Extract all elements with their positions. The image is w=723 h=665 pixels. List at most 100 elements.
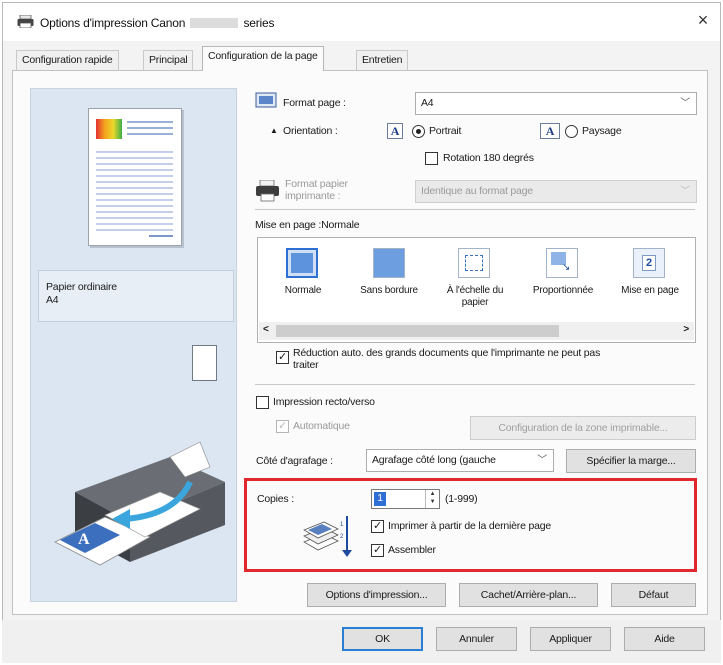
copies-spinner[interactable]: ▲ ▼ bbox=[425, 490, 439, 508]
spin-up-icon[interactable]: ▲ bbox=[426, 490, 439, 498]
specify-margin-button[interactable]: Spécifier la marge... bbox=[566, 449, 696, 473]
portrait-orientation-icon: A bbox=[387, 123, 403, 139]
layout-fit-to-page-label[interactable]: À l'échelle du papier bbox=[436, 285, 514, 309]
rotate-180-label: Rotation 180 degrés bbox=[443, 152, 534, 164]
stapling-side-value: Agrafage côté long (gauche bbox=[372, 454, 496, 466]
scroll-left-icon[interactable]: < bbox=[263, 324, 269, 335]
close-icon[interactable]: × bbox=[698, 11, 709, 29]
printer-paper-select[interactable]: Identique au format page ﹀ bbox=[415, 180, 697, 203]
auto-reduce-checkbox[interactable]: ✓ bbox=[276, 351, 289, 364]
layout-fit-to-page-label-line2: papier bbox=[461, 297, 489, 308]
print-options-button[interactable]: Options d'impression... bbox=[307, 583, 446, 607]
layout-normal-label[interactable]: Normale bbox=[263, 285, 343, 297]
preview-text-line bbox=[127, 121, 173, 123]
print-from-last-page-label: Imprimer à partir de la dernière page bbox=[388, 520, 552, 532]
duplex-label: Impression recto/verso bbox=[273, 396, 375, 408]
preview-color-image bbox=[96, 119, 122, 139]
preview-text-line bbox=[149, 235, 173, 237]
layout-fit-to-page-icon[interactable] bbox=[458, 248, 490, 278]
window-title: Options d'impression Canon series bbox=[40, 16, 274, 30]
printer-model-redaction bbox=[190, 18, 239, 28]
landscape-radio[interactable] bbox=[565, 125, 578, 138]
layout-list: Normale Sans bordure À l'échelle du papi… bbox=[257, 237, 696, 343]
layout-multipage-number: 2 bbox=[642, 255, 656, 271]
chevron-down-icon: ﹀ bbox=[537, 455, 547, 466]
svg-text:2: 2 bbox=[340, 534, 344, 540]
copies-stack-icon: 1 2 bbox=[303, 516, 352, 557]
printer-illustration-icon: A bbox=[54, 441, 225, 566]
ok-button[interactable]: OK bbox=[342, 627, 423, 651]
spin-down-icon[interactable]: ▼ bbox=[426, 498, 439, 506]
automatic-duplex-checkbox[interactable]: ✓ bbox=[276, 420, 289, 433]
divider bbox=[255, 384, 695, 385]
scroll-right-icon[interactable]: > bbox=[683, 324, 689, 335]
layout-multipage-label[interactable]: Mise en page bbox=[608, 285, 692, 297]
media-type: Papier ordinaire bbox=[46, 281, 117, 293]
printer-icon bbox=[17, 15, 34, 28]
printer-paper-icon bbox=[256, 180, 279, 202]
layout-borderless-icon[interactable] bbox=[373, 248, 405, 278]
window-title-text: Options d'impression Canon bbox=[40, 16, 186, 30]
tab-principal[interactable]: Principal bbox=[143, 50, 194, 70]
copies-range: (1-999) bbox=[445, 493, 478, 505]
svg-text:1: 1 bbox=[340, 522, 344, 528]
preview-text-block bbox=[96, 147, 173, 231]
format-page-value: A4 bbox=[421, 97, 434, 109]
layout-scrollbar[interactable]: < > bbox=[259, 322, 694, 340]
layout-multipage-icon[interactable]: 2 bbox=[633, 248, 665, 278]
help-button[interactable]: Aide bbox=[624, 627, 705, 651]
paper-info: Papier ordinaire A4 bbox=[38, 270, 234, 322]
defaults-button[interactable]: Défaut bbox=[611, 583, 696, 607]
collate-checkbox[interactable]: ✓ bbox=[371, 544, 384, 557]
auto-reduce-label: Réduction auto. des grands documents que… bbox=[293, 347, 600, 371]
stapling-side-select[interactable]: Agrafage côté long (gauche ﹀ bbox=[366, 449, 554, 472]
scrollbar-thumb[interactable] bbox=[276, 325, 559, 337]
window-title-suffix: series bbox=[243, 16, 275, 30]
format-page-label: Format page : bbox=[283, 97, 346, 109]
rotate-180-checkbox[interactable] bbox=[425, 152, 438, 165]
automatic-duplex-label: Automatique bbox=[293, 420, 350, 432]
layout-fit-to-page-label-line1: À l'échelle du bbox=[446, 285, 504, 296]
printer-paper-label: Format papier imprimante : bbox=[285, 178, 348, 202]
copies-input[interactable]: 1 ▲ ▼ bbox=[371, 489, 440, 509]
auto-reduce-label-line2: traiter bbox=[293, 359, 319, 371]
layout-scaled-icon[interactable]: ↘ bbox=[546, 248, 578, 278]
landscape-orientation-icon: A bbox=[540, 123, 560, 139]
collate-label: Assembler bbox=[388, 544, 436, 556]
divider bbox=[255, 209, 695, 210]
stapling-side-label: Côté d'agrafage : bbox=[256, 455, 333, 467]
chevron-down-icon: ﹀ bbox=[680, 186, 690, 197]
preview-text-line bbox=[127, 127, 173, 129]
layout-normal-thumb bbox=[291, 253, 313, 273]
duplex-checkbox[interactable] bbox=[256, 396, 269, 409]
auto-reduce-label-line1: Réduction auto. des grands documents que… bbox=[293, 347, 601, 359]
landscape-label: Paysage bbox=[582, 125, 622, 137]
layout-fit-frame bbox=[465, 255, 483, 271]
tab-configuration-page[interactable]: Configuration de la page bbox=[202, 46, 324, 71]
layout-label: Mise en page :Normale bbox=[255, 219, 360, 231]
cancel-button[interactable]: Annuler bbox=[436, 627, 517, 651]
apply-button[interactable]: Appliquer bbox=[530, 627, 611, 651]
page-preview-thumbnail bbox=[88, 108, 182, 246]
print-from-last-page-checkbox[interactable]: ✓ bbox=[371, 520, 384, 533]
copies-value[interactable]: 1 bbox=[374, 492, 386, 506]
tab-configuration-rapide[interactable]: Configuration rapide bbox=[16, 50, 119, 70]
paper-size-icon bbox=[192, 345, 217, 381]
layout-scaled-label[interactable]: Proportionnée bbox=[520, 285, 606, 297]
portrait-radio[interactable] bbox=[412, 125, 425, 138]
media-size: A4 bbox=[46, 294, 59, 306]
print-area-setup-button[interactable]: Configuration de la zone imprimable... bbox=[470, 416, 696, 440]
portrait-label: Portrait bbox=[429, 125, 462, 137]
tab-entretien[interactable]: Entretien bbox=[356, 50, 409, 70]
stamp-background-button[interactable]: Cachet/Arrière-plan... bbox=[459, 583, 598, 607]
printer-paper-label-line2: imprimante : bbox=[285, 190, 341, 202]
arrow-icon: ↘ bbox=[562, 262, 571, 273]
format-page-icon bbox=[255, 92, 277, 108]
format-page-select[interactable]: A4 ﹀ bbox=[415, 92, 697, 115]
tab-bar: Configuration rapide Principal Configura… bbox=[0, 46, 717, 71]
bullet-icon: ▲ bbox=[270, 126, 278, 135]
title-bar: Options d'impression Canon series × bbox=[3, 3, 720, 41]
svg-text:A: A bbox=[78, 531, 90, 548]
layout-borderless-label[interactable]: Sans bordure bbox=[346, 285, 432, 297]
layout-normal-icon[interactable] bbox=[286, 248, 318, 278]
